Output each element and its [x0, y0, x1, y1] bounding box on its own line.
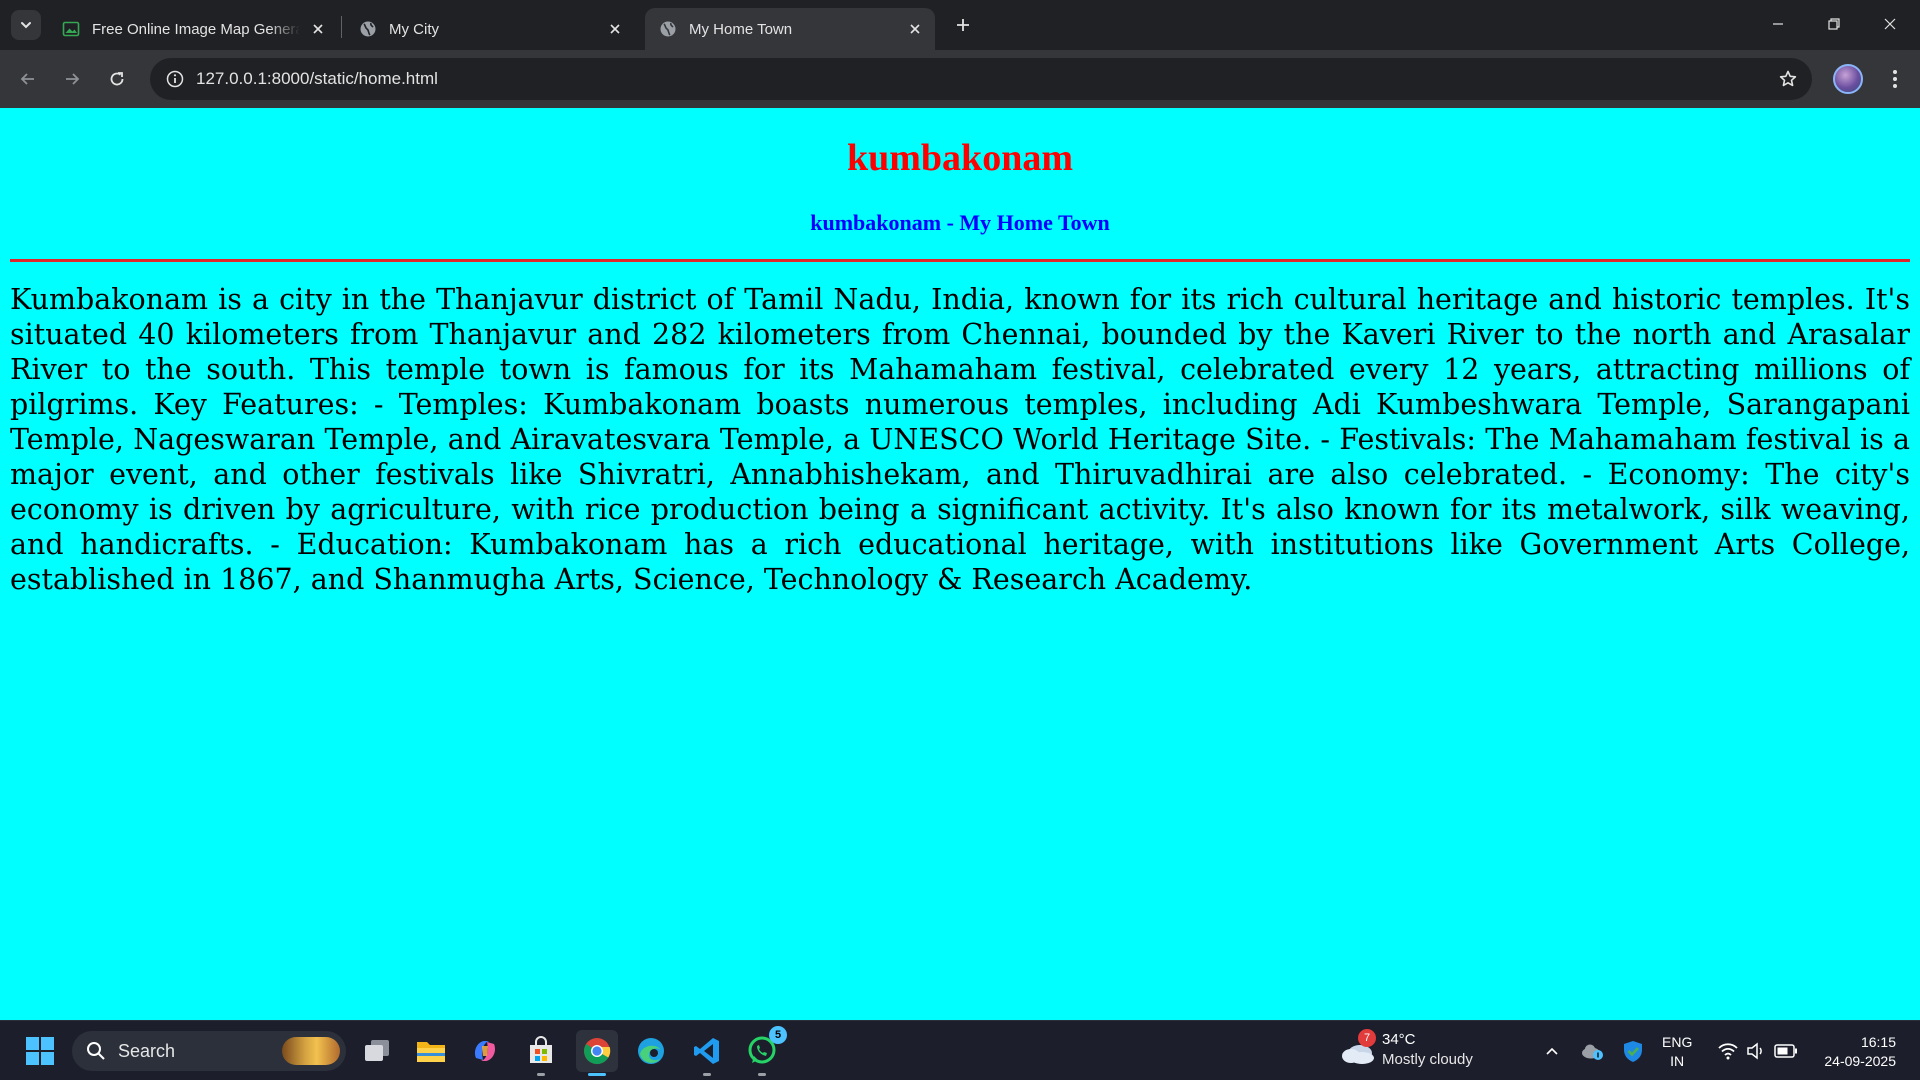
browser-toolbar: 127.0.0.1:8000/static/home.html	[0, 50, 1920, 108]
plus-icon	[957, 19, 969, 31]
minimize-icon	[1773, 23, 1783, 25]
weather-alert-badge: 7	[1358, 1029, 1376, 1047]
task-view-icon	[365, 1040, 389, 1061]
running-indicator	[758, 1073, 766, 1076]
close-tab-icon[interactable]	[905, 19, 925, 39]
vscode-icon	[694, 1038, 719, 1064]
chevron-up-icon	[1546, 1047, 1558, 1055]
language-region: IN	[1670, 1053, 1685, 1069]
forward-button[interactable]	[54, 61, 90, 97]
tab-image-map-generator[interactable]: Free Online Image Map Generator	[48, 8, 338, 50]
notification-badge: 5	[769, 1026, 787, 1044]
start-button[interactable]	[19, 1030, 61, 1072]
volume-tray-button[interactable]	[1742, 1035, 1770, 1067]
running-indicator	[537, 1073, 545, 1076]
weather-widget[interactable]: 7 34°C Mostly cloudy	[1340, 1029, 1500, 1073]
folder-icon	[417, 1042, 445, 1062]
close-tab-icon[interactable]	[308, 19, 328, 39]
reload-button[interactable]	[99, 61, 135, 97]
arrow-left-icon	[20, 73, 34, 85]
tab-search-button[interactable]	[11, 10, 41, 40]
running-indicator	[703, 1073, 711, 1076]
chrome-icon	[584, 1038, 611, 1065]
tab-title: My City	[389, 20, 439, 38]
shield-icon	[1624, 1041, 1642, 1062]
new-tab-button[interactable]	[950, 12, 976, 38]
search-label: Search	[118, 1041, 176, 1061]
search-icon	[86, 1041, 106, 1066]
security-tray-button[interactable]	[1619, 1035, 1647, 1067]
wifi-tray-button[interactable]	[1714, 1035, 1742, 1067]
microsoft-store-button[interactable]	[520, 1030, 562, 1076]
windows-taskbar: Search 5 7 34°C Mostly cloudy ENG IN 16:…	[0, 1020, 1920, 1080]
browser-menu-button[interactable]	[1880, 64, 1910, 94]
tab-separator	[341, 16, 342, 38]
chrome-button[interactable]	[576, 1030, 618, 1076]
task-view-button[interactable]	[356, 1030, 398, 1072]
speaker-icon	[1747, 1042, 1762, 1060]
close-window-button[interactable]	[1862, 0, 1918, 48]
close-tab-icon[interactable]	[605, 19, 625, 39]
minimize-button[interactable]	[1750, 0, 1806, 48]
weather-condition: Mostly cloudy	[1382, 1051, 1473, 1068]
globe-icon	[359, 20, 377, 38]
arrow-right-icon	[66, 73, 80, 85]
restore-button[interactable]	[1806, 0, 1862, 48]
language-code: ENG	[1662, 1034, 1693, 1050]
battery-icon	[1774, 1044, 1797, 1058]
tab-strip: Free Online Image Map Generator My City …	[0, 0, 1920, 50]
image-icon	[62, 20, 80, 38]
whatsapp-button[interactable]: 5	[741, 1026, 787, 1076]
tab-title: Free Online Image Map Generator	[92, 20, 300, 38]
windows-logo-icon	[26, 1037, 54, 1065]
profile-avatar[interactable]	[1833, 64, 1863, 94]
more-vertical-icon	[1893, 70, 1897, 88]
tab-title: My Home Town	[689, 20, 793, 38]
chevron-down-icon	[21, 22, 31, 29]
copilot-icon	[474, 1041, 496, 1061]
weather-temperature: 34°C	[1382, 1031, 1416, 1048]
cloud-sync-icon	[1582, 1044, 1603, 1060]
vscode-button[interactable]	[686, 1030, 728, 1076]
clock-date: 24-09-2025	[1824, 1053, 1896, 1069]
page-subtitle: kumbakonam - My Home Town	[810, 210, 1110, 235]
input-language-button[interactable]: ENG IN	[1662, 1033, 1692, 1071]
system-clock[interactable]: 16:15 24-09-2025	[1810, 1033, 1896, 1071]
close-icon	[1884, 18, 1896, 30]
show-hidden-icons-button[interactable]	[1538, 1035, 1566, 1067]
description-paragraph: Kumbakonam is a city in the Thanjavur di…	[10, 283, 1910, 596]
tab-my-home-town[interactable]: My Home Town	[645, 8, 935, 50]
horizontal-rule	[10, 259, 1910, 262]
bookmark-star-icon[interactable]	[1776, 67, 1800, 91]
search-highlight-image	[282, 1037, 340, 1065]
edge-button[interactable]	[630, 1030, 672, 1072]
restore-icon	[1828, 18, 1840, 30]
page-title: kumbakonam	[847, 137, 1073, 179]
clock-time: 16:15	[1860, 1034, 1896, 1050]
copilot-button[interactable]	[464, 1030, 506, 1072]
running-indicator	[588, 1073, 606, 1076]
store-icon	[530, 1036, 552, 1063]
page-viewport: kumbakonam kumbakonam - My Home Town Kum…	[0, 108, 1920, 1020]
globe-icon	[659, 20, 677, 38]
edge-icon	[638, 1038, 664, 1064]
address-bar[interactable]: 127.0.0.1:8000/static/home.html	[150, 58, 1812, 100]
site-info-icon[interactable]	[160, 64, 190, 94]
reload-icon	[110, 72, 124, 86]
onedrive-tray-button[interactable]	[1578, 1035, 1606, 1067]
back-button[interactable]	[10, 61, 46, 97]
battery-tray-button[interactable]	[1772, 1035, 1800, 1067]
wifi-icon	[1718, 1043, 1738, 1060]
file-explorer-button[interactable]	[410, 1030, 452, 1072]
taskbar-search[interactable]: Search	[72, 1031, 346, 1071]
tab-my-city[interactable]: My City	[345, 8, 635, 50]
url-text[interactable]: 127.0.0.1:8000/static/home.html	[196, 69, 438, 89]
